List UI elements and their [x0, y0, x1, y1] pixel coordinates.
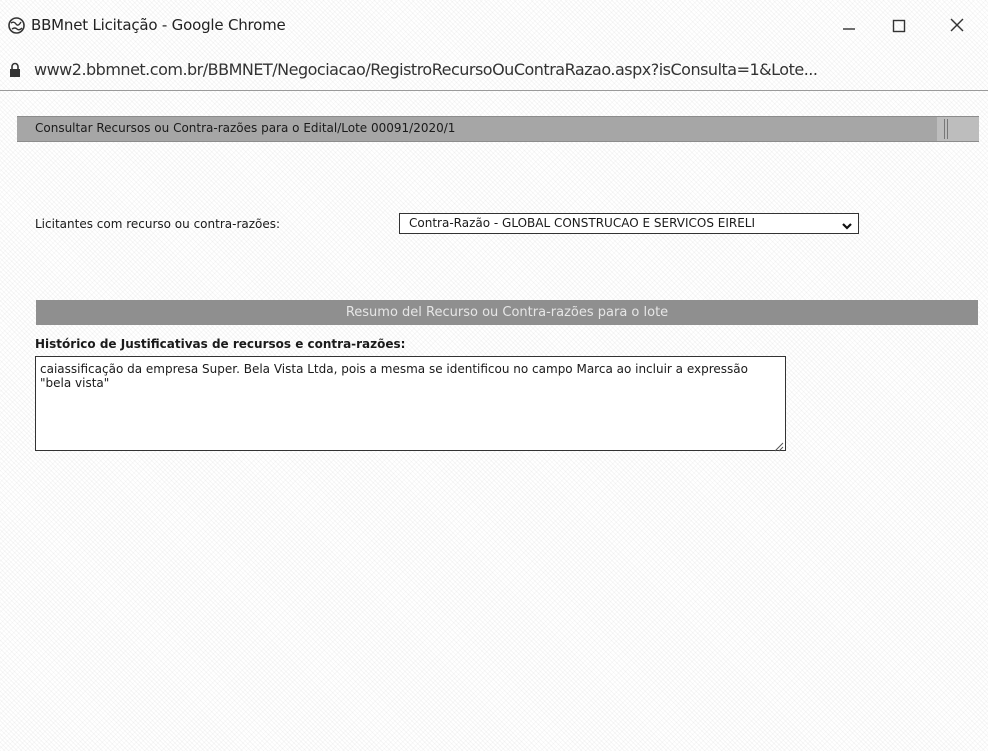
browser-window: BBMnet Licitação - Google Chrome www2.bb… [0, 0, 988, 751]
url-text[interactable]: www2.bbmnet.com.br/BBMNET/Negociacao/Reg… [34, 60, 980, 79]
close-icon [949, 17, 965, 37]
section-header: Resumo del Recurso ou Contra-razões para… [36, 300, 978, 325]
history-label: Histórico de Justificativas de recursos … [35, 337, 406, 351]
window-title: BBMnet Licitação - Google Chrome [31, 16, 286, 34]
history-textarea[interactable]: caiassificação da empresa Super. Bela Vi… [35, 356, 786, 451]
close-button[interactable] [934, 10, 980, 44]
maximize-icon [892, 18, 906, 37]
address-bar[interactable]: www2.bbmnet.com.br/BBMNET/Negociacao/Reg… [0, 52, 988, 91]
bidders-label: Licitantes com recurso ou contra-razões: [35, 217, 281, 231]
lock-icon [9, 62, 21, 78]
section-title: Resumo del Recurso ou Contra-razões para… [345, 305, 669, 320]
bidders-select-value: Contra-Razão - GLOBAL CONSTRUCAO E SERVI… [409, 216, 756, 230]
minimize-icon [842, 18, 856, 37]
chevron-down-icon [841, 217, 853, 230]
minimize-button[interactable] [826, 10, 872, 44]
page-header: Consultar Recursos ou Contra-razões para… [17, 116, 937, 142]
header-scroll-stub [937, 116, 979, 142]
resize-grip-icon[interactable] [772, 437, 784, 452]
globe-icon [8, 17, 25, 34]
title-bar: BBMnet Licitação - Google Chrome [0, 0, 988, 52]
maximize-button[interactable] [876, 10, 922, 44]
page-title: Consultar Recursos ou Contra-razões para… [35, 121, 456, 135]
bidders-select[interactable]: Contra-Razão - GLOBAL CONSTRUCAO E SERVI… [399, 213, 859, 234]
